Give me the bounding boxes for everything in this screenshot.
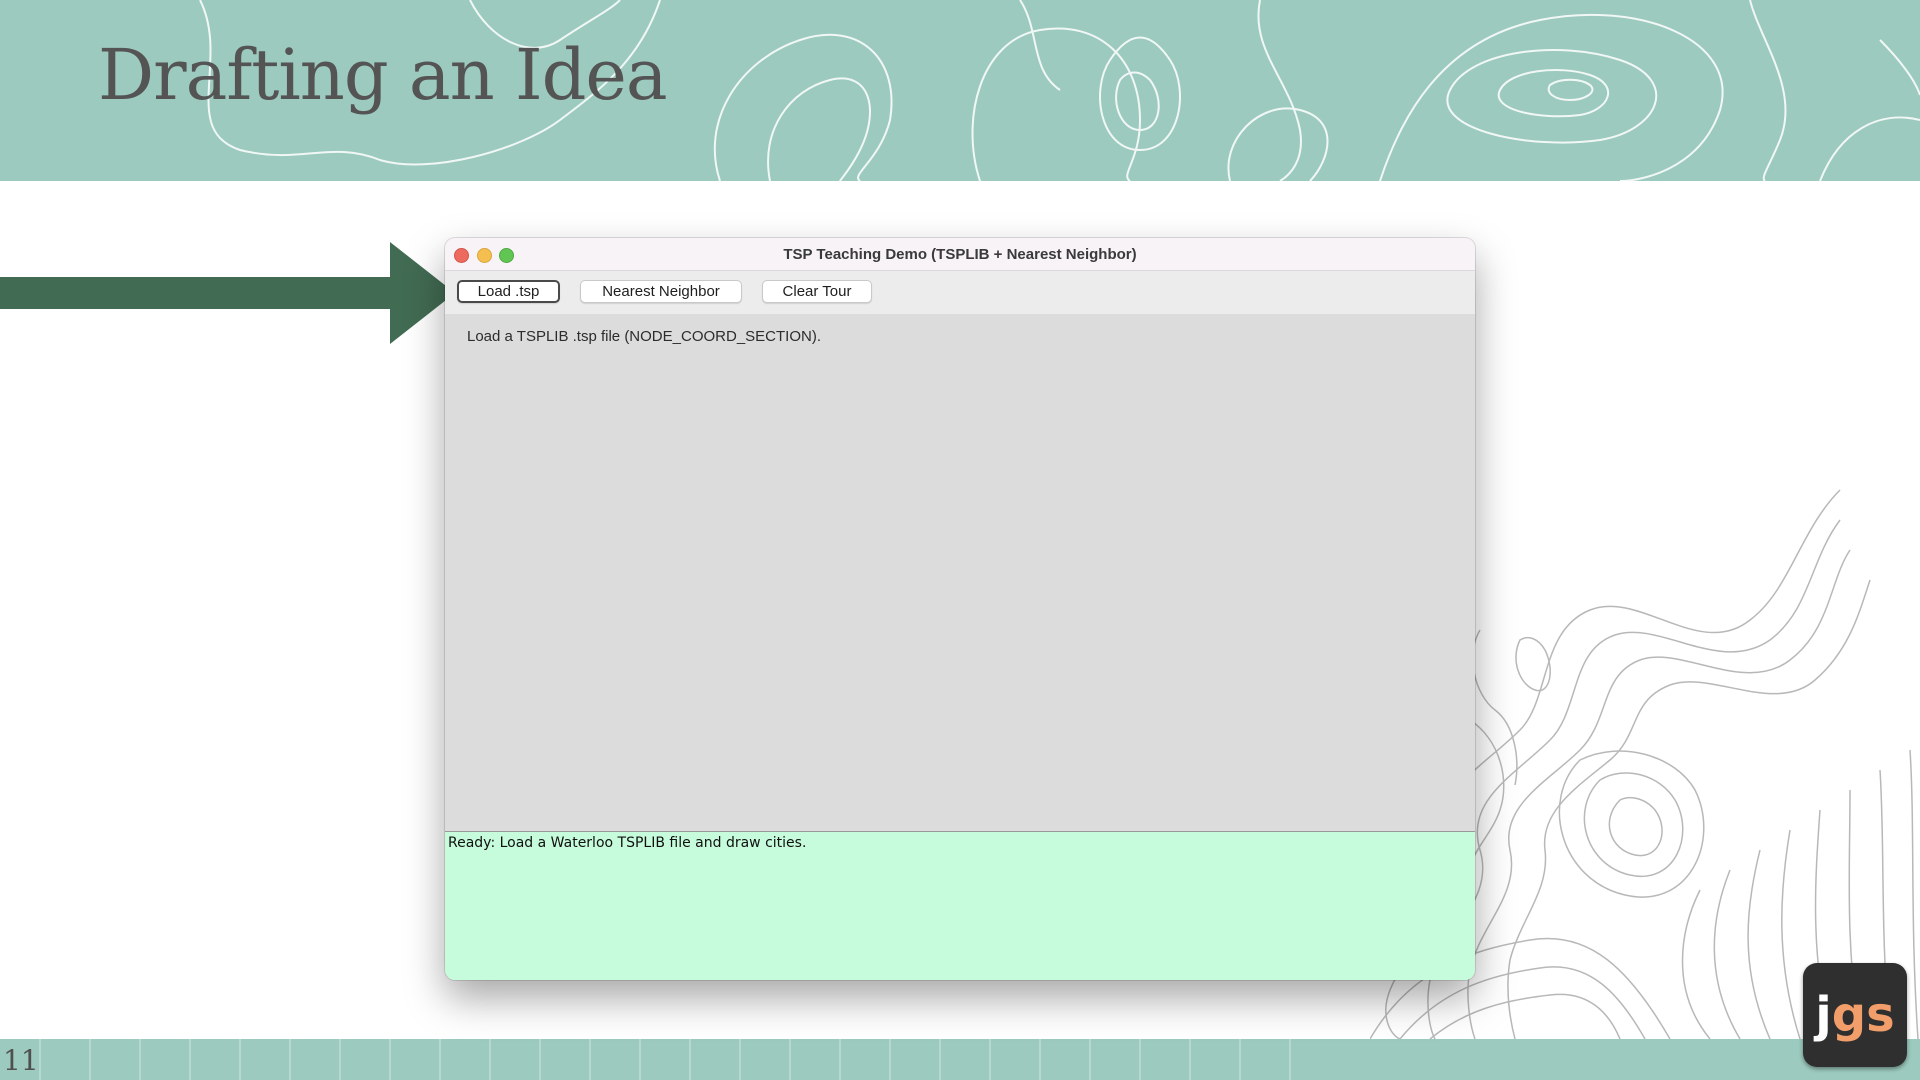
load-tsp-button[interactable]: Load .tsp	[457, 280, 560, 303]
canvas-hint-text: Load a TSPLIB .tsp file (NODE_COORD_SECT…	[467, 328, 822, 345]
window-title: TSP Teaching Demo (TSPLIB + Nearest Neig…	[783, 246, 1137, 263]
window-titlebar[interactable]: TSP Teaching Demo (TSPLIB + Nearest Neig…	[445, 238, 1475, 271]
logo-letter-j: j	[1815, 987, 1832, 1043]
app-window: TSP Teaching Demo (TSPLIB + Nearest Neig…	[445, 238, 1475, 980]
pointer-arrow-icon	[0, 242, 455, 344]
status-message: Ready: Load a Waterloo TSPLIB file and d…	[448, 835, 807, 851]
slide-title: Drafting an Idea	[98, 34, 668, 116]
footer-contour-pattern	[39, 1039, 1291, 1080]
toolbar: Load .tsp Nearest Neighbor Clear Tour	[445, 271, 1475, 314]
status-text-area[interactable]: Ready: Load a Waterloo TSPLIB file and d…	[445, 831, 1475, 980]
tour-canvas[interactable]: Load a TSPLIB .tsp file (NODE_COORD_SECT…	[445, 314, 1475, 869]
slide-number: 11	[3, 1044, 39, 1077]
footer-band	[0, 1039, 1920, 1080]
jgs-logo: j gs	[1803, 963, 1907, 1067]
nearest-neighbor-button[interactable]: Nearest Neighbor	[580, 280, 742, 303]
logo-letters-gs: gs	[1831, 987, 1895, 1043]
clear-tour-button[interactable]: Clear Tour	[762, 280, 872, 303]
